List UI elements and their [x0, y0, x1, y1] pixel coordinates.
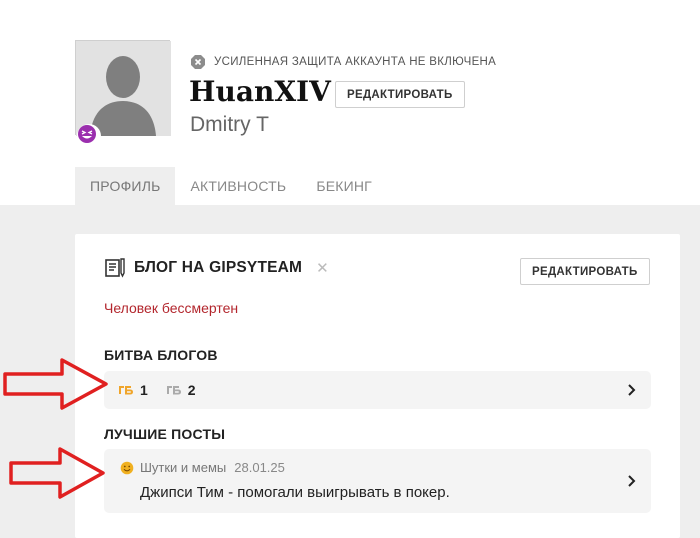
chevron-right-icon: [628, 475, 636, 487]
post-meta: Шутки и мемы 28.01.25: [120, 460, 285, 475]
blog-slogan: Человек бессмертен: [104, 300, 239, 316]
laughing-emoji-icon: [77, 124, 101, 148]
profile-tabs: ПРОФИЛЬ АКТИВНОСТЬ БЕКИНГ: [75, 167, 387, 205]
real-name: Dmitry T: [190, 113, 269, 136]
battle-section-label: БИТВА БЛОГОВ: [104, 347, 218, 363]
battle-row[interactable]: 1 2: [104, 371, 651, 409]
tab-profile[interactable]: ПРОФИЛЬ: [75, 167, 176, 205]
avatar-silhouette: [76, 41, 171, 136]
tab-activity[interactable]: АКТИВНОСТЬ: [175, 167, 301, 205]
best-posts-section-label: ЛУЧШИЕ ПОСТЫ: [104, 426, 226, 442]
username: HuanXIV: [189, 75, 331, 108]
blog-title: БЛОГ НА GIPSYTEAM: [134, 259, 303, 276]
red-arrow: [3, 358, 108, 410]
post-category[interactable]: Шутки и мемы: [140, 460, 226, 475]
blog-header: БЛОГ НА GIPSYTEAM ✕: [104, 257, 329, 279]
red-arrow: [9, 447, 105, 499]
edit-profile-button[interactable]: РЕДАКТИРОВАТЬ: [335, 81, 465, 108]
battle-score-gold: 1: [140, 382, 148, 398]
profile-header: УСИЛЕННАЯ ЗАЩИТА АККАУНТА НЕ ВКЛЮЧЕНА Hu…: [0, 0, 700, 205]
tab-backing[interactable]: БЕКИНГ: [301, 167, 387, 205]
best-post-item[interactable]: Шутки и мемы 28.01.25 Джипси Тим - помог…: [104, 449, 651, 513]
battle-badge-icon: [166, 386, 181, 395]
security-off-icon: [191, 55, 205, 69]
battle-badge-icon: [119, 386, 133, 395]
close-icon[interactable]: ✕: [316, 259, 329, 277]
avatar[interactable]: [75, 40, 171, 148]
security-notice-text: УСИЛЕННАЯ ЗАЩИТА АККАУНТА НЕ ВКЛЮЧЕНА: [214, 56, 497, 68]
smile-icon: [120, 461, 134, 474]
security-notice[interactable]: УСИЛЕННАЯ ЗАЩИТА АККАУНТА НЕ ВКЛЮЧЕНА: [190, 54, 496, 70]
blog-icon: [105, 258, 125, 278]
blog-card: БЛОГ НА GIPSYTEAM ✕ РЕДАКТИРОВАТЬ Челове…: [75, 234, 680, 538]
post-title[interactable]: Джипси Тим - помогали выигрывать в покер…: [140, 484, 450, 501]
chevron-right-icon: [628, 384, 636, 396]
post-date: 28.01.25: [234, 460, 285, 475]
edit-blog-button[interactable]: РЕДАКТИРОВАТЬ: [520, 258, 650, 285]
battle-score-silver: 2: [187, 382, 196, 398]
